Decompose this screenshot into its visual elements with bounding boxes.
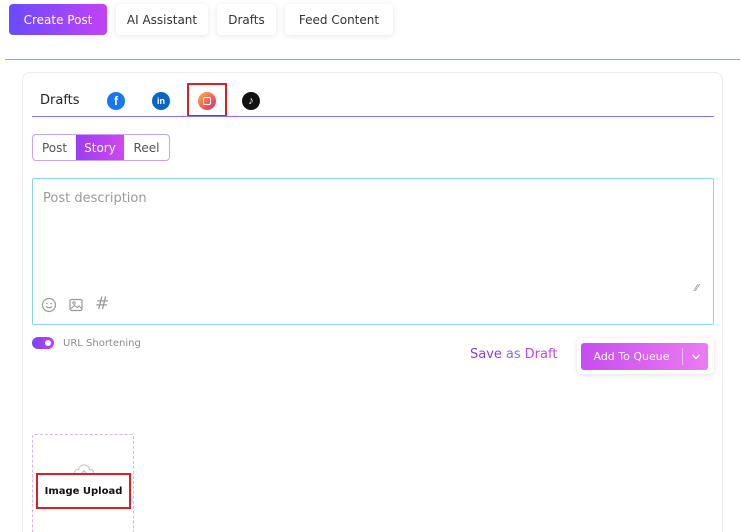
image-icon[interactable] — [68, 297, 84, 313]
ai-assistant-button[interactable]: AI Assistant — [116, 4, 208, 35]
platform-tabs: Drafts — [40, 84, 80, 116]
create-post-button[interactable]: Create Post — [9, 4, 107, 35]
resize-handle[interactable]: ⁄⁄ — [695, 283, 698, 294]
save-as-draft-button[interactable]: Save as Draft — [470, 347, 557, 362]
post-type-post[interactable]: Post — [33, 135, 76, 160]
post-type-selector: Post Story Reel — [32, 134, 170, 161]
toggle-knob — [45, 340, 51, 346]
toolbar-divider — [5, 59, 740, 60]
tabs-underline — [32, 116, 714, 117]
tab-drafts[interactable]: Drafts — [40, 93, 80, 108]
instagram-highlight-box — [187, 83, 227, 117]
emoji-icon[interactable] — [41, 297, 57, 313]
add-to-queue-button[interactable]: Add To Queue — [581, 343, 708, 370]
chevron-down-icon[interactable] — [683, 343, 708, 370]
as-word: as — [505, 347, 521, 362]
url-shortening-label: URL Shortening — [63, 338, 141, 349]
facebook-icon[interactable]: f — [107, 92, 125, 110]
post-description-placeholder: Post description — [43, 191, 147, 206]
linkedin-icon[interactable]: in — [152, 92, 170, 110]
top-toolbar: Create Post AI Assistant Drafts Feed Con… — [9, 4, 393, 35]
url-shortening-toggle[interactable] — [32, 337, 54, 349]
hashtag-icon[interactable]: # — [95, 294, 109, 314]
tiktok-icon[interactable]: ♪ — [242, 92, 260, 110]
feed-content-button[interactable]: Feed Content — [285, 4, 393, 35]
post-type-reel[interactable]: Reel — [124, 135, 169, 160]
post-type-story[interactable]: Story — [76, 135, 124, 160]
drafts-button[interactable]: Drafts — [217, 4, 276, 35]
save-word: Save — [470, 347, 502, 362]
draft-word: Draft — [524, 347, 558, 362]
image-upload-label: Image Upload — [36, 473, 131, 509]
add-to-queue-label: Add To Queue — [593, 350, 670, 363]
